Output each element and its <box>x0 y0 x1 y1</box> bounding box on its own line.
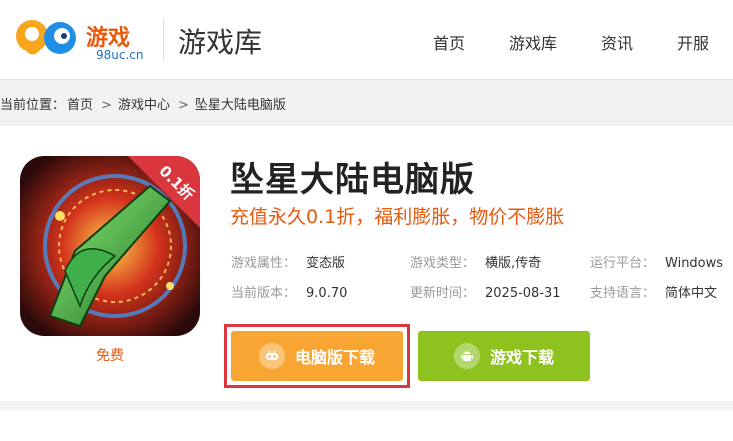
info-label: 当前版本： <box>231 286 297 301</box>
info-label: 更新时间： <box>410 286 476 301</box>
info-label: 游戏属性： <box>231 256 297 271</box>
nav-game-library[interactable]: 游戏库 <box>509 30 557 54</box>
next-section-strip <box>0 410 733 441</box>
game-detail-card: 0.1折 免费 坠星大陆电脑版 充值永久0.1折，福利膨胀，物价不膨胀 游戏属性… <box>0 126 733 401</box>
info-label: 运行平台： <box>590 256 656 271</box>
info-label: 游戏类型： <box>410 256 476 271</box>
breadcrumb-separator: > <box>177 98 189 113</box>
info-label: 支持语言： <box>590 286 656 301</box>
nav-home[interactable]: 首页 <box>433 30 465 54</box>
pc-download-label: 电脑版下载 <box>294 348 375 367</box>
breadcrumb-separator: > <box>101 98 112 113</box>
game-title: 坠星大陆电脑版 <box>230 160 475 200</box>
gamepad-icon <box>258 343 285 369</box>
game-icon-image[interactable]: 0.1折 <box>20 156 200 336</box>
nav-news[interactable]: 资讯 <box>601 30 633 54</box>
game-subtitle: 充值永久0.1折，福利膨胀，物价不膨胀 <box>230 206 565 228</box>
info-platform: 运行平台： Windows <box>590 252 723 271</box>
info-language: 支持语言： 简体中文 <box>590 282 717 301</box>
breadcrumb: 当前位置： 首页 > 游戏中心 > 坠星大陆电脑版 <box>0 94 288 113</box>
breadcrumb-home[interactable]: 首页 <box>67 98 93 113</box>
breadcrumb-prefix: 当前位置： <box>0 98 66 113</box>
pc-download-button[interactable]: 电脑版下载 <box>231 331 403 381</box>
info-version: 当前版本： 9.0.70 <box>231 282 347 301</box>
main-nav: 首页 游戏库 资讯 开服 <box>0 30 733 54</box>
game-download-button[interactable]: 游戏下载 <box>418 331 590 381</box>
info-game-type: 游戏类型： 横版,传奇 <box>410 252 541 271</box>
info-value: 2025-08-31 <box>485 286 561 301</box>
nav-server-open[interactable]: 开服 <box>677 30 709 54</box>
breadcrumb-current[interactable]: 坠星大陆电脑版 <box>195 98 286 113</box>
android-icon <box>453 343 480 369</box>
info-game-attribute: 游戏属性： 变态版 <box>231 252 345 271</box>
breadcrumb-game-center[interactable]: 游戏中心 <box>118 98 170 113</box>
info-update-time: 更新时间： 2025-08-31 <box>410 282 561 301</box>
info-value: 9.0.70 <box>306 286 348 301</box>
game-download-label: 游戏下载 <box>489 348 554 367</box>
price-label: 免费 <box>96 348 124 364</box>
info-value: 变态版 <box>306 256 346 271</box>
site-header: 游戏 98uc.cn 游戏库 首页 游戏库 资讯 开服 <box>0 0 733 80</box>
info-value: 横版,传奇 <box>485 256 542 271</box>
info-value: 简体中文 <box>665 286 718 301</box>
info-value: Windows <box>665 256 724 271</box>
